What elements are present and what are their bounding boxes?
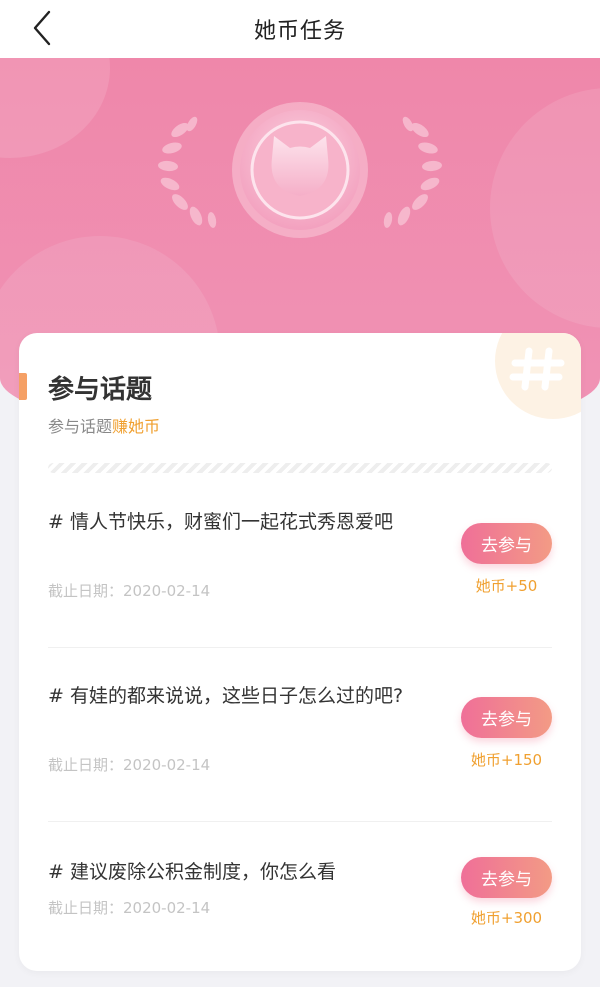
reward-label: 她币+150	[470, 751, 543, 769]
page-title: 她币任务	[253, 19, 346, 44]
section-subtitle: 参与话题赚她币	[48, 413, 160, 437]
stripe-divider	[48, 463, 552, 473]
reward-label: 她币+50	[475, 577, 538, 595]
join-button[interactable]: 去参与	[461, 697, 552, 738]
section-subtitle-text: 参与话题	[48, 417, 113, 436]
section-accent-bar	[19, 373, 27, 400]
chevron-left-icon	[33, 10, 51, 46]
row-divider	[48, 821, 552, 822]
decor-bubble	[0, 58, 110, 158]
back-button[interactable]	[22, 8, 62, 48]
reward-label: 她币+300	[470, 909, 543, 927]
topic-deadline: 截止日期：2020-02-14	[48, 756, 211, 774]
section-subtitle-highlight: 赚她币	[112, 417, 161, 436]
nav-bar: 她币任务	[0, 0, 600, 58]
topic-deadline: 截止日期：2020-02-14	[48, 582, 211, 600]
decor-bubble	[490, 88, 600, 328]
join-button[interactable]: 去参与	[461, 523, 552, 564]
list-item: # 建议废除公积金制度，你怎么看 截止日期：2020-02-14 去参与 她币+…	[48, 855, 552, 935]
row-divider	[48, 647, 552, 648]
list-item: # 有娃的都来说说，这些日子怎么过的吧? 截止日期：2020-02-14 去参与…	[48, 679, 552, 789]
list-item: # 情人节快乐，财蜜们一起花式秀恩爱吧 截止日期：2020-02-14 去参与 …	[48, 505, 552, 615]
section-title: 参与话题	[48, 375, 153, 405]
hashtag-icon	[495, 333, 581, 419]
topic-title[interactable]: # 建议废除公积金制度，你怎么看	[48, 855, 408, 889]
join-button[interactable]: 去参与	[461, 857, 552, 898]
cat-coin-medal-icon	[158, 102, 442, 238]
topic-card: 参与话题 参与话题赚她币 # 情人节快乐，财蜜们一起花式秀恩爱吧 截止日期：20…	[19, 333, 581, 971]
topic-title[interactable]: # 有娃的都来说说，这些日子怎么过的吧?	[48, 679, 408, 713]
topic-title[interactable]: # 情人节快乐，财蜜们一起花式秀恩爱吧	[48, 505, 408, 539]
topic-deadline: 截止日期：2020-02-14	[48, 899, 211, 917]
